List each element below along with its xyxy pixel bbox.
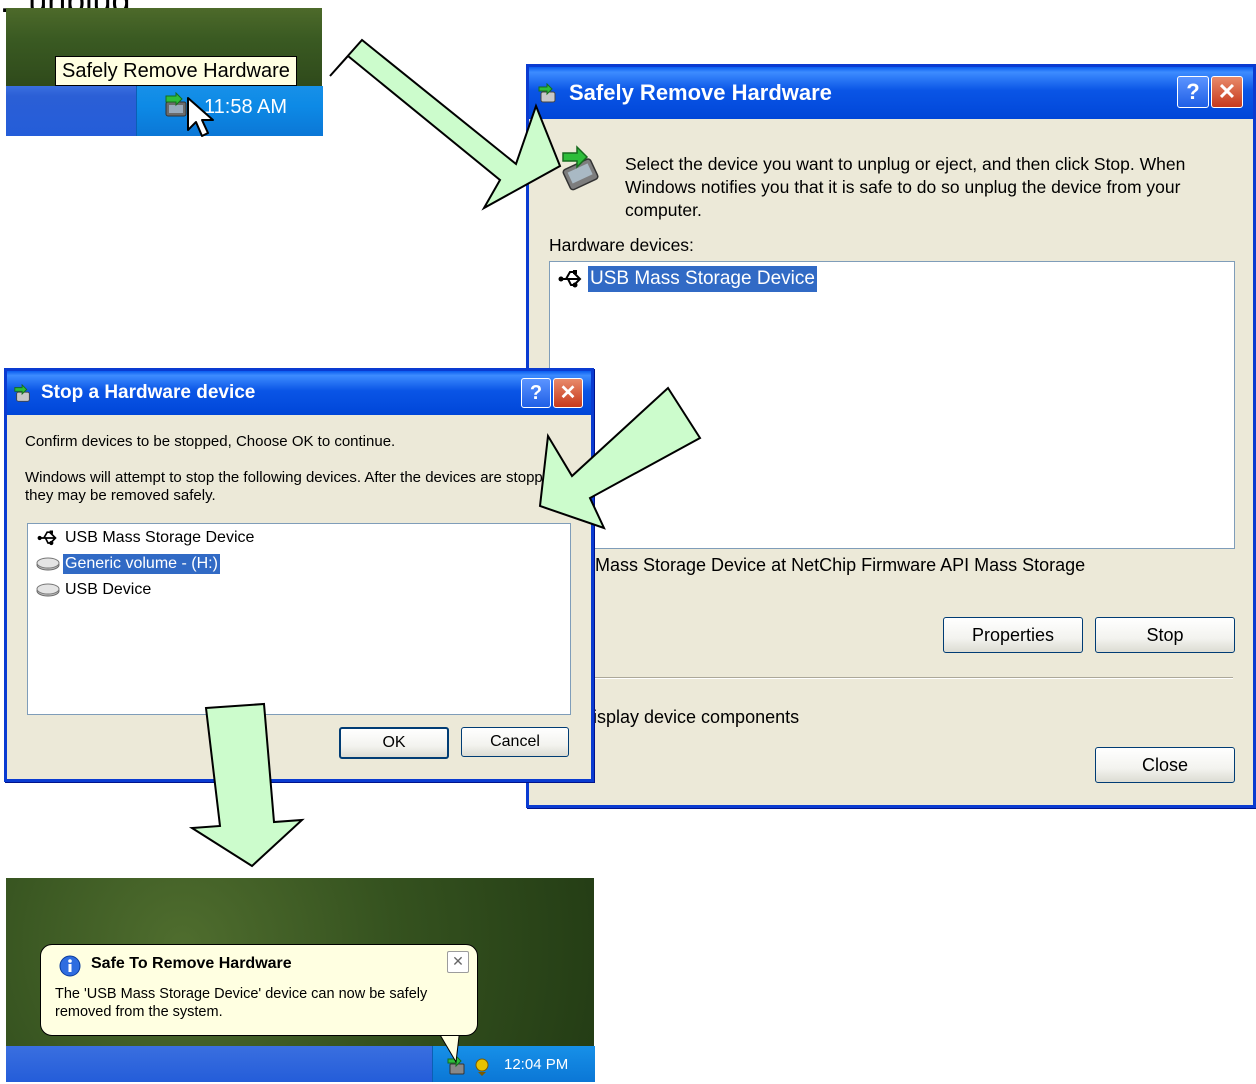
arrow-stop-to-notification — [188, 702, 305, 868]
arrow-step1-to-dialog — [329, 38, 562, 211]
flow-arrows — [188, 38, 702, 868]
arrow-dialog-to-stop — [538, 386, 702, 530]
